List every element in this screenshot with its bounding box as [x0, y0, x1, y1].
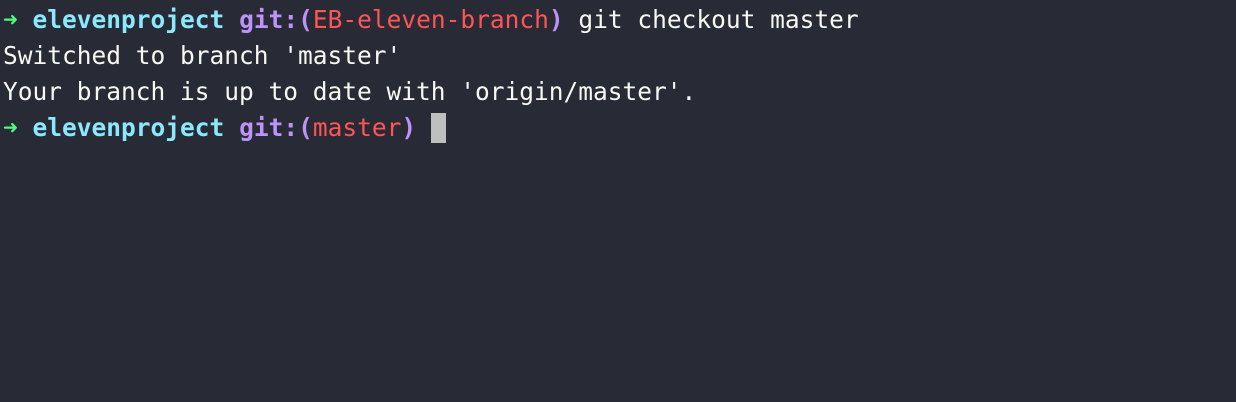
prompt-line: ➜ elevenproject git:(EB-eleven-branch) g… [3, 2, 1236, 38]
prompt-arrow-icon: ➜ [3, 113, 18, 142]
prompt-git-close: ) [548, 5, 564, 34]
prompt-git-close: ) [401, 113, 417, 142]
output-line: Switched to branch 'master' [3, 41, 402, 70]
terminal-window[interactable]: ➜ elevenproject git:(EB-eleven-branch) g… [0, 0, 1236, 402]
typed-command: git checkout master [578, 5, 859, 34]
text-cursor [430, 113, 446, 143]
prompt-git-open: git:( [239, 5, 313, 34]
prompt-line: ➜ elevenproject git:(master) [3, 110, 1236, 146]
prompt-branch: EB-eleven-branch [312, 5, 549, 34]
prompt-directory: elevenproject [32, 5, 225, 34]
prompt-git-open: git:( [239, 113, 313, 142]
prompt-arrow-icon: ➜ [3, 5, 18, 34]
prompt-branch: master [312, 113, 402, 142]
output-line: Your branch is up to date with 'origin/m… [3, 77, 697, 106]
prompt-directory: elevenproject [32, 113, 225, 142]
